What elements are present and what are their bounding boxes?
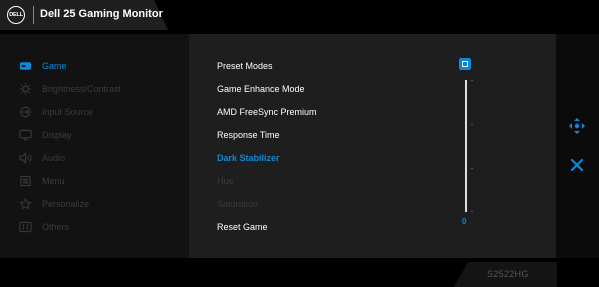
- model-number: S2522HG: [487, 269, 529, 279]
- menu-row-dark-stabilizer[interactable]: Dark Stabilizer: [217, 151, 280, 165]
- title-separator: [33, 6, 34, 24]
- close-icon[interactable]: [568, 156, 586, 174]
- speaker-icon: [18, 152, 32, 164]
- menu-row-saturation: Saturation: [217, 199, 259, 209]
- sidebar-item-label: Menu: [42, 176, 65, 186]
- sidebar-item-label: Display: [42, 130, 72, 140]
- input-source-icon: [18, 106, 32, 118]
- dark-stabilizer-slider[interactable]: [465, 80, 467, 212]
- menu-icon: [18, 175, 32, 187]
- preset-mode-icon[interactable]: [459, 58, 471, 70]
- dell-logo: DELL: [7, 6, 25, 24]
- gamepad-icon: [18, 60, 32, 72]
- slider-tick: [471, 211, 473, 212]
- slider-tick: [471, 80, 473, 81]
- menu-row-response-time[interactable]: Response Time: [217, 128, 280, 142]
- menu-row-preset-modes[interactable]: Preset Modes: [217, 59, 273, 73]
- menu-row-reset-game[interactable]: Reset Game: [217, 220, 268, 234]
- navigation-panel: [556, 34, 599, 258]
- sidebar-item-label: Input Source: [42, 107, 94, 117]
- sidebar-item-label: Audio: [42, 153, 66, 163]
- slider-tick: [471, 124, 473, 125]
- navigate-arrows-icon[interactable]: [568, 117, 586, 135]
- menu-row-amd-freesync-premium[interactable]: AMD FreeSync Premium: [217, 105, 317, 119]
- slider-tick: [471, 168, 473, 169]
- display-icon: [18, 129, 32, 141]
- sidebar-item-game[interactable]: Game: [18, 58, 67, 74]
- brightness-icon: [18, 83, 32, 95]
- menu-row-game-enhance-mode[interactable]: Game Enhance Mode: [217, 82, 305, 96]
- title-bar: DELL Dell 25 Gaming Monitor: [0, 0, 599, 34]
- game-settings-panel: Preset Modes Game Enhance Mode AMD FreeS…: [189, 34, 556, 258]
- dark-stabilizer-value: 0: [462, 217, 467, 226]
- sidebar-item-menu[interactable]: Menu: [18, 173, 65, 189]
- sidebar-item-label: Personalize: [42, 199, 90, 209]
- sidebar-item-input-source[interactable]: Input Source: [18, 104, 93, 120]
- sidebar-item-display[interactable]: Display: [18, 127, 72, 143]
- sidebar-item-personalize[interactable]: Personalize: [18, 196, 89, 212]
- sidebar-item-brightness-contrast[interactable]: Brightness/Contrast: [18, 81, 121, 97]
- star-icon: [18, 198, 32, 210]
- sidebar-item-label: Others: [42, 222, 70, 232]
- sidebar-item-audio[interactable]: Audio: [18, 150, 65, 166]
- osd-main: Game Brightness/Contrast Input Source Di…: [0, 34, 599, 258]
- others-icon: [18, 221, 32, 233]
- sidebar-item-label: Game: [42, 61, 67, 71]
- footer-bar: S2522HG: [0, 258, 599, 287]
- sidebar-item-label: Brightness/Contrast: [42, 84, 122, 94]
- monitor-title: Dell 25 Gaming Monitor: [40, 8, 163, 20]
- menu-row-hue: Hue: [217, 176, 234, 186]
- sidebar: Game Brightness/Contrast Input Source Di…: [0, 34, 189, 258]
- sidebar-item-others[interactable]: Others: [18, 219, 69, 235]
